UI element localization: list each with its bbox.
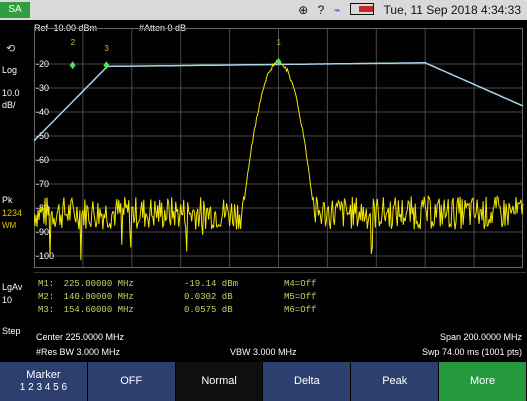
scale-type: Log [2,65,18,75]
vbw: VBW 3.000 MHz [230,347,297,357]
datetime: Tue, 11 Sep 2018 4:34:33 [383,3,521,17]
scale-unit: dB/ [2,100,16,110]
marker-table: M1: 225.00000 MHz -19.14 dBm M4=Off M2: … [34,272,526,324]
y-tick-label: -30 [36,83,49,93]
softkey-sublabel: 1 2 3 4 5 6 [19,382,68,394]
marker-other: M5=Off [284,292,317,302]
marker-label: 2 [71,38,76,47]
marker-diamond[interactable] [103,61,110,70]
marker-other: M6=Off [284,305,317,315]
scale-value: 10.0 [2,88,20,98]
detector: Pk [2,195,13,205]
y-tick-label: -60 [36,155,49,165]
y-tick-label: -40 [36,107,49,117]
y-tick-label: -100 [36,251,54,261]
help-icon[interactable]: ? [318,3,325,17]
marker-name: M2: [38,292,55,302]
marker-freq: 140.80000 MHz [63,292,134,302]
left-panel: ⟲ Log 10.0 dB/ Pk 1234 WM LgAv 10 Step [0,20,32,361]
sweep-icon: ⟲ [6,43,16,55]
y-tick-label: -90 [36,227,49,237]
sweep-time: Swp 74.00 ms (1001 pts) [421,347,522,357]
marker-label: 3 [104,44,109,53]
y-tick-label: -20 [36,59,49,69]
gps-icon: ⊕ [298,3,309,17]
avg-count: 10 [2,295,13,305]
spectrum-plot[interactable]: -20 -30 -40 -50 -60 -70 -80 -90 -100 1 2 3 [33,20,526,272]
marker-label: 1 [277,38,282,47]
bottom-info: Center 225.0000 MHz Span 200.0000 MHz #R… [34,330,526,362]
softkey-label: Marker [26,368,61,381]
step-label: Step [2,326,21,336]
marker-diamond[interactable] [69,61,76,70]
status-area: ⊕ ? ⌁ Tue, 11 Sep 2018 4:34:33 [292,3,521,17]
marker-other: M4=Off [284,279,317,289]
marker-name: M3: [38,305,55,315]
softkey-off[interactable]: OFF [87,362,176,401]
marker-name: M1: [38,279,55,289]
battery-icon [350,3,375,15]
spectrum-svg: -20-30-40-50-60-70-80-90-100123 [33,28,524,268]
marker-freq: 154.60000 MHz [63,305,134,315]
span: Span 200.0000 MHz [439,332,522,342]
marker-row: M1: 225.00000 MHz [38,279,134,289]
marker-row: M2: 140.80000 MHz [38,292,134,302]
marker-value: -19.14 dBm [184,279,239,289]
avg-type: LgAv [2,282,23,292]
y-tick-label: -70 [36,179,49,189]
res-bw: #Res BW 3.000 MHz [36,347,121,357]
marker-freq: 225.00000 MHz [63,279,134,289]
traces: 1234 [2,208,23,218]
softkey-more[interactable]: More [439,362,527,401]
softkey-normal[interactable]: Normal [175,362,264,401]
trace-mode: WM [2,221,17,230]
marker-row: M3: 154.60000 MHz [38,305,134,315]
marker-value: 0.0302 dB [184,292,233,302]
center-frequency: Center 225.0000 MHz [36,332,125,342]
top-status-bar: SA ⊕ ? ⌁ Tue, 11 Sep 2018 4:34:33 [0,0,527,20]
softkey-delta[interactable]: Delta [263,362,352,401]
softkey-marker[interactable]: Marker 1 2 3 4 5 6 [0,362,88,401]
softkey-bar: Marker 1 2 3 4 5 6 OFF Normal Delta Peak… [0,362,527,401]
usb-icon: ⌁ [333,3,341,17]
softkey-peak[interactable]: Peak [351,362,440,401]
marker-value: 0.0575 dB [184,305,233,315]
mode-badge[interactable]: SA [0,2,30,18]
